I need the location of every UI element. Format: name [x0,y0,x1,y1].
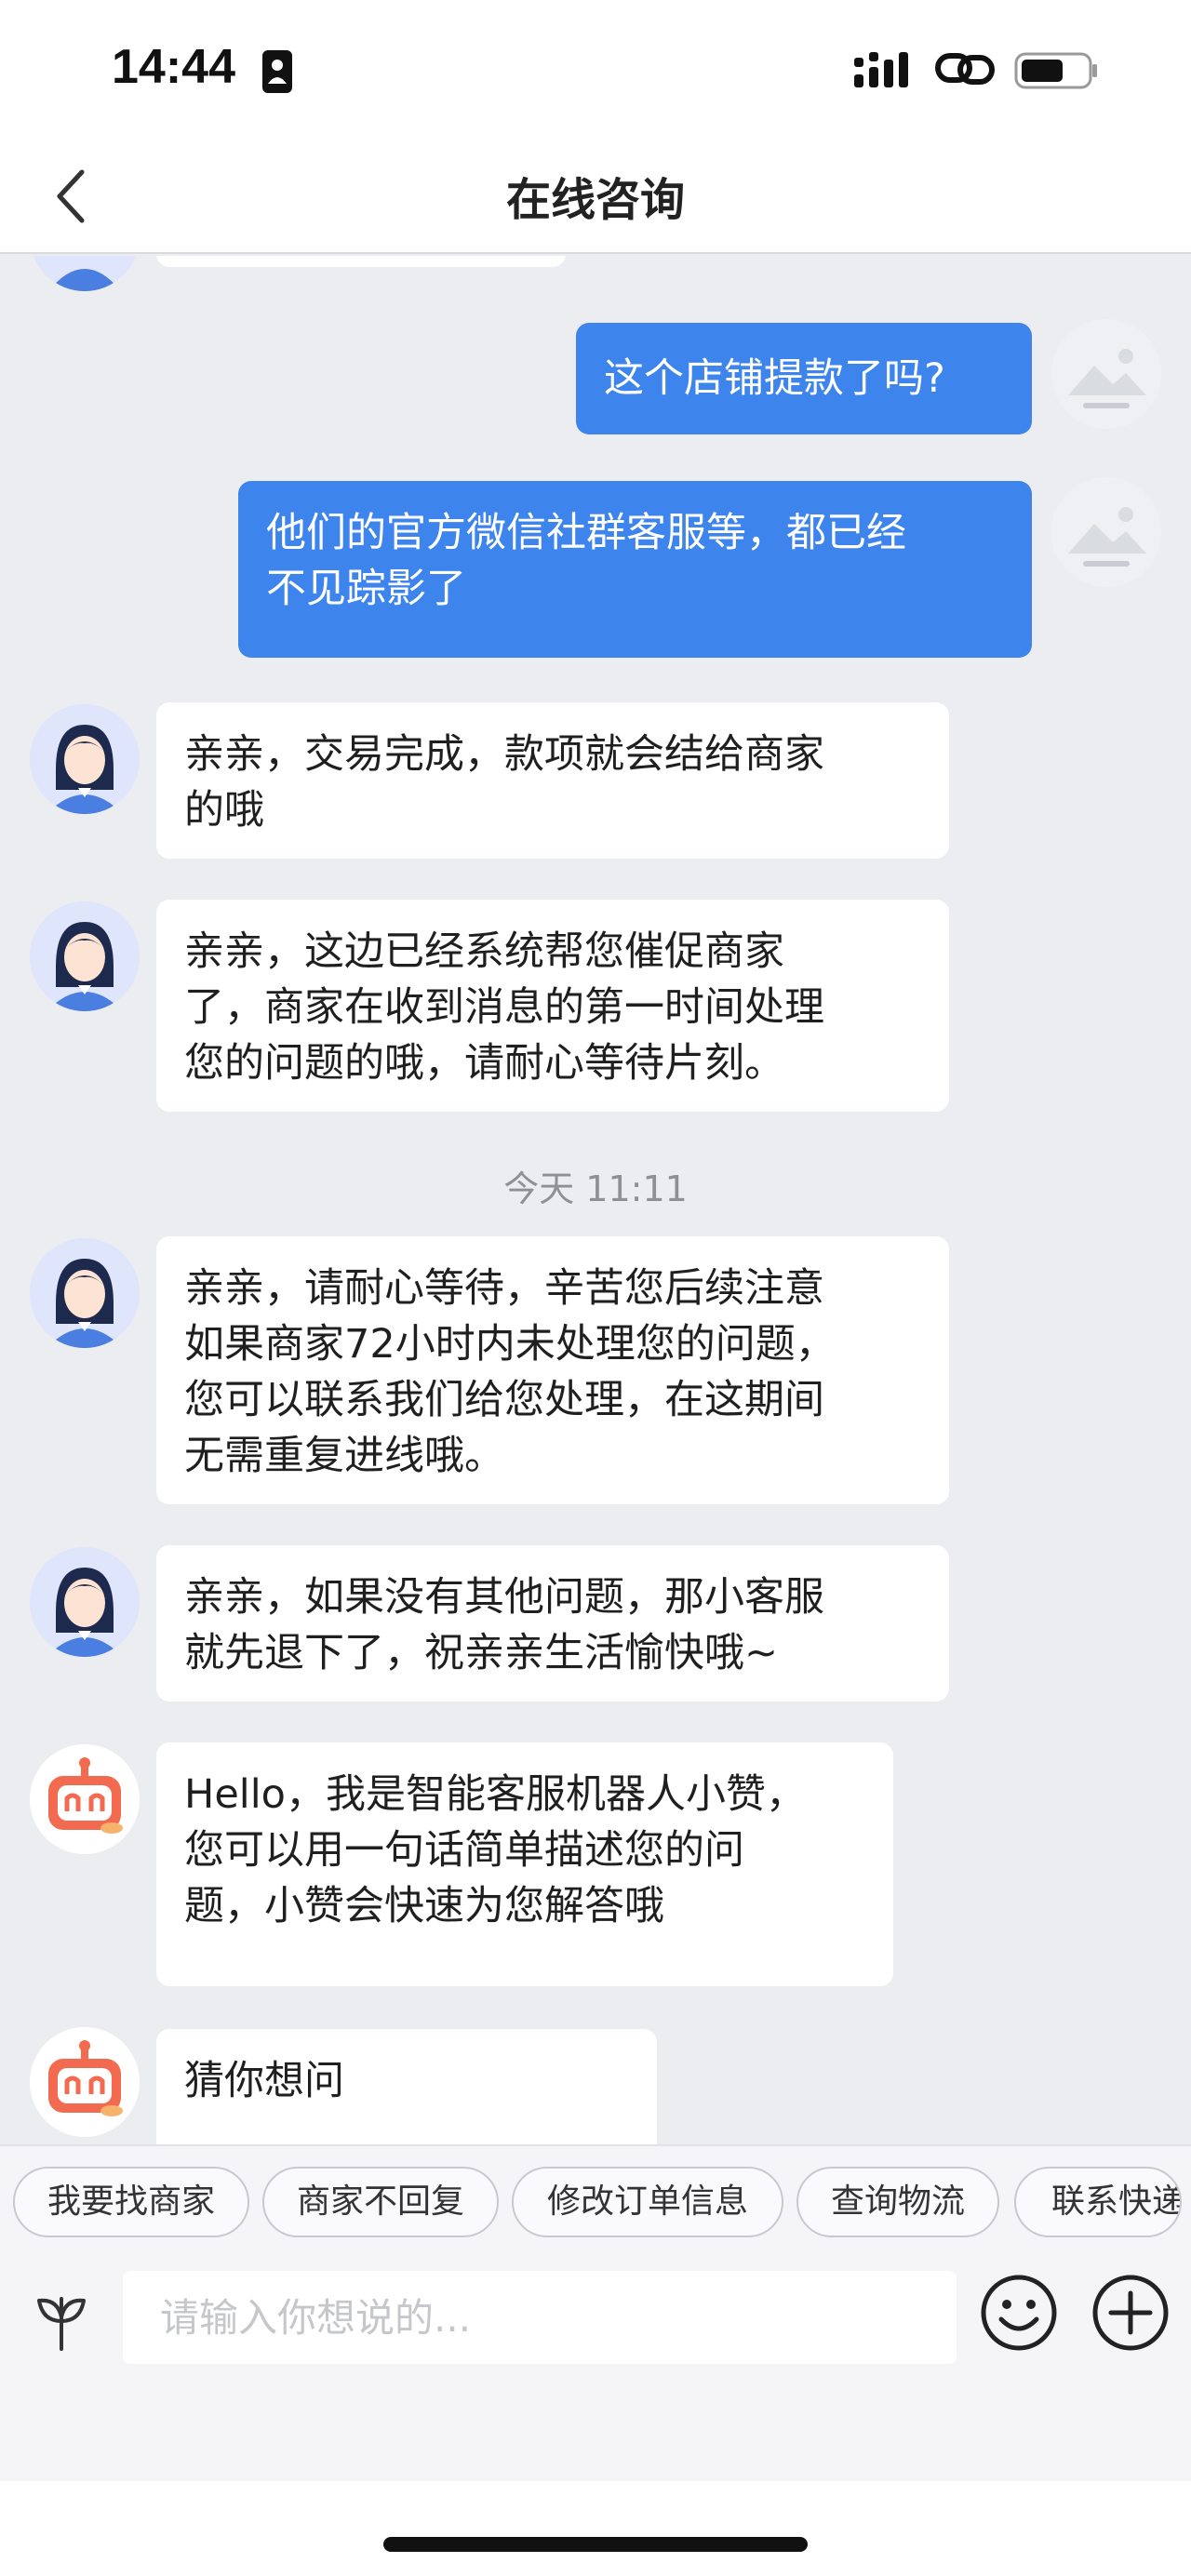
agent-avatar-icon [30,901,140,1011]
message-bubble-agent[interactable]: 亲亲，这边已经系统帮您催促商家 了，商家在收到消息的第一时间处理 您的问题的哦，… [156,900,949,1112]
nav-bar: 在线咨询 [0,135,1191,254]
message-bubble-agent[interactable]: 亲亲，交易完成，款项就会结给商家 的哦 [156,702,949,859]
home-indicator[interactable] [383,2537,808,2552]
message-bubble-user[interactable]: 这个店铺提款了吗? [576,323,1032,434]
plus-icon[interactable] [1089,2271,1172,2355]
message-bubble-agent[interactable]: 亲亲，如果没有其他问题，那小客服 就先退下了，祝亲亲生活愉快哦~ [156,1545,949,1702]
agent-avatar-icon [30,704,140,814]
message-bubble-partial [156,256,566,267]
message-bubble-agent[interactable]: 亲亲，请耐心等待，辛苦您后续注意 如果商家72小时内未处理您的问题， 您可以联系… [156,1236,949,1504]
quick-reply-chip[interactable]: 我要找商家 [13,2167,249,2237]
link-icon [935,53,995,85]
quick-reply-chip[interactable]: 查询物流 [796,2167,999,2237]
home-area [0,2481,1191,2576]
battery-icon [1014,52,1097,89]
quick-reply-chip[interactable]: 修改订单信息 [512,2167,783,2237]
signal-icon [854,52,908,87]
agent-avatar-icon [30,1547,140,1657]
input-bar [0,2262,1191,2481]
message-input[interactable] [123,2271,957,2364]
image-placeholder-icon [1051,319,1161,429]
voice-icon[interactable] [32,2280,91,2355]
page-title: 在线咨询 [505,174,685,226]
message-bubble-robot[interactable]: Hello，我是智能客服机器人小赞， 您可以用一句话简单描述您的问 题，小赞会快… [156,1742,893,1986]
agent-avatar-icon [30,1238,140,1348]
status-bar: 14:44 [0,0,1191,135]
quick-reply-chip[interactable]: 联系快递 [1014,2167,1182,2237]
chat-area[interactable]: 这个店铺提款了吗? 他们的官方微信社群客服等，都已经 不见踪影了 亲亲，交易完成… [0,256,1191,2144]
id-badge-icon [262,50,292,93]
emoji-icon[interactable] [977,2271,1061,2355]
robot-avatar-icon [30,1744,140,1854]
message-bubble-robot[interactable]: 猜你想问 [156,2029,657,2144]
quick-reply-bar[interactable]: 我要找商家 商家不回复 修改订单信息 查询物流 联系快递 [0,2144,1191,2262]
agent-avatar-icon [30,256,140,291]
status-time: 14:44 [112,40,235,94]
quick-reply-chip[interactable]: 商家不回复 [262,2167,499,2237]
time-divider: 今天 11:11 [503,1168,688,1209]
robot-avatar-icon [30,2027,140,2137]
image-placeholder-icon [1051,477,1161,587]
message-bubble-user[interactable]: 他们的官方微信社群客服等，都已经 不见踪影了 [238,481,1032,658]
